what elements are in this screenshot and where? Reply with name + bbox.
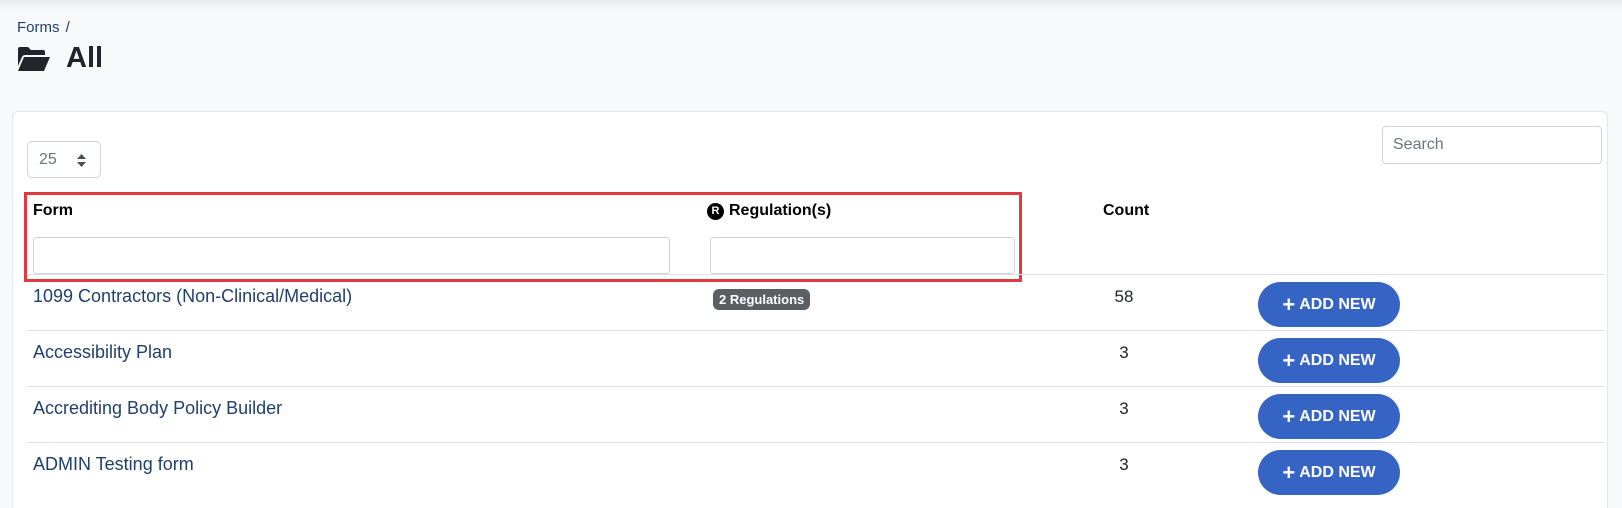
page-title: All — [66, 42, 104, 74]
plus-icon: + — [1282, 347, 1296, 373]
page-size-value: 25 — [39, 150, 57, 168]
add-new-label: ADD NEW — [1299, 351, 1376, 369]
table-row: Accrediting Body Policy Builder 3 + ADD … — [27, 386, 1605, 442]
search-input[interactable] — [1382, 126, 1602, 164]
table-row: ADMIN Testing form 3 + ADD NEW — [27, 442, 1605, 498]
regulation-icon: R — [707, 202, 724, 220]
form-link[interactable]: 1099 Contractors (Non-Clinical/Medical) — [33, 286, 352, 307]
form-count: 58 — [1114, 287, 1134, 306]
add-new-label: ADD NEW — [1299, 407, 1376, 425]
add-new-button[interactable]: + ADD NEW — [1258, 282, 1400, 327]
plus-icon: + — [1282, 291, 1296, 317]
plus-icon: + — [1282, 403, 1296, 429]
breadcrumb: Forms / — [17, 19, 103, 36]
column-header-count[interactable]: Count — [1103, 202, 1149, 220]
forms-table-card: 25 Form R Regulation(s) Count 1099 Contr… — [12, 111, 1608, 508]
sort-arrows-icon — [77, 154, 86, 167]
page-title-row: All — [17, 42, 103, 75]
add-new-label: ADD NEW — [1299, 463, 1376, 481]
form-filter-input[interactable] — [33, 237, 670, 274]
breadcrumb-separator: / — [65, 19, 70, 36]
add-new-button[interactable]: + ADD NEW — [1258, 338, 1400, 383]
add-new-button[interactable]: + ADD NEW — [1258, 394, 1400, 439]
add-new-label: ADD NEW — [1299, 295, 1376, 313]
column-header-regulations[interactable]: R Regulation(s) — [707, 202, 831, 220]
table-row: Accessibility Plan 3 + ADD NEW — [27, 330, 1605, 386]
form-count: 3 — [1119, 343, 1129, 362]
column-header-form[interactable]: Form — [33, 202, 73, 220]
column-header-regulations-label: Regulation(s) — [729, 202, 832, 219]
add-new-button[interactable]: + ADD NEW — [1258, 450, 1400, 495]
table-row: 1099 Contractors (Non-Clinical/Medical) … — [27, 274, 1605, 330]
folder-open-icon — [18, 46, 50, 71]
form-link[interactable]: ADMIN Testing form — [33, 454, 194, 475]
page-size-select[interactable]: 25 — [27, 141, 101, 178]
page-header: Forms / All — [17, 19, 103, 75]
plus-icon: + — [1282, 459, 1296, 485]
form-link[interactable]: Accrediting Body Policy Builder — [33, 398, 282, 419]
form-link[interactable]: Accessibility Plan — [33, 342, 172, 363]
breadcrumb-forms-link[interactable]: Forms — [17, 19, 60, 36]
form-count: 3 — [1119, 455, 1129, 474]
form-count: 3 — [1119, 399, 1129, 418]
regulations-badge[interactable]: 2 Regulations — [713, 289, 811, 310]
topbar-shadow — [0, 0, 1622, 12]
regulations-filter-input[interactable] — [710, 237, 1015, 274]
